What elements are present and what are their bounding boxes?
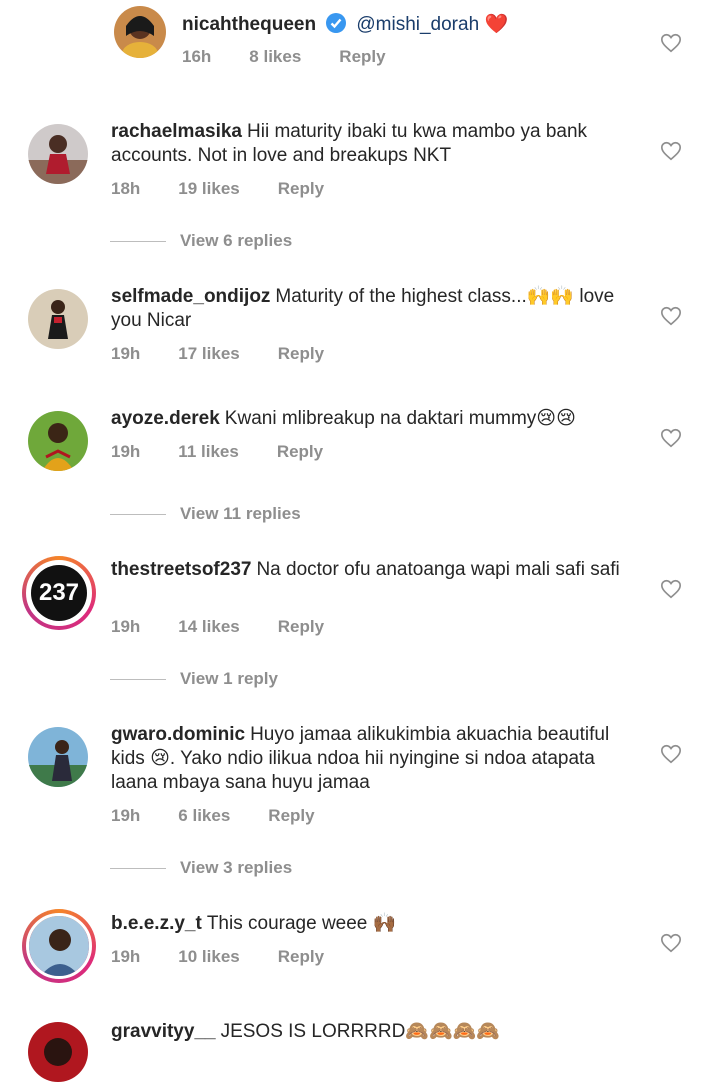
likes-count[interactable]: 10 likes bbox=[178, 947, 239, 966]
view-replies-link[interactable]: View 3 replies bbox=[110, 858, 292, 878]
view-replies-label[interactable]: View 11 replies bbox=[180, 504, 301, 523]
like-heart-icon[interactable] bbox=[660, 305, 682, 327]
avatar[interactable] bbox=[28, 289, 88, 349]
heart-emoji: ❤️ bbox=[484, 13, 509, 35]
view-replies-link[interactable]: View 11 replies bbox=[110, 504, 301, 524]
comment-meta: 19h 14 likes Reply bbox=[111, 617, 362, 637]
comment-text: gwaro.dominic Huyo jamaa alikukimbia akua… bbox=[111, 723, 641, 795]
like-heart-icon[interactable] bbox=[660, 578, 682, 600]
reply-button[interactable]: Reply bbox=[278, 617, 324, 636]
avatar[interactable] bbox=[28, 1022, 88, 1082]
divider bbox=[110, 868, 166, 870]
timestamp: 19h bbox=[111, 617, 141, 636]
comment-meta: 19h 10 likes Reply bbox=[111, 947, 362, 967]
comment-meta: 19h 6 likes Reply bbox=[111, 806, 353, 826]
like-heart-icon[interactable] bbox=[660, 743, 682, 765]
username[interactable]: thestreetsof237 bbox=[111, 559, 251, 580]
likes-count[interactable]: 19 likes bbox=[178, 179, 239, 198]
comment-body: JESOS IS LORRRRD🙈🙈🙈🙈 bbox=[220, 1021, 500, 1042]
avatar[interactable]: 237 bbox=[22, 556, 96, 630]
avatar[interactable] bbox=[28, 124, 88, 184]
timestamp: 19h bbox=[111, 344, 141, 363]
comment-text: ayoze.derek Kwani mlibreakup na daktari m… bbox=[111, 407, 641, 431]
divider bbox=[110, 514, 166, 516]
avatar-text: 237 bbox=[38, 579, 80, 606]
like-heart-icon[interactable] bbox=[660, 932, 682, 954]
username[interactable]: rachaelmasika bbox=[111, 121, 242, 142]
timestamp: 19h bbox=[111, 947, 141, 966]
comment-meta: 19h 17 likes Reply bbox=[111, 344, 362, 364]
comment-body: This courage weee 🙌🏾 bbox=[206, 913, 397, 934]
comment-body: Na doctor ofu anatoanga wapi mali safi s… bbox=[256, 559, 620, 580]
likes-count[interactable]: 6 likes bbox=[178, 806, 230, 825]
reply-button[interactable]: Reply bbox=[278, 179, 324, 198]
comment-text: gravvityy__ JESOS IS LORRRRD🙈🙈🙈🙈 bbox=[111, 1020, 641, 1044]
likes-count[interactable]: 11 likes bbox=[178, 442, 239, 461]
reply-button[interactable]: Reply bbox=[278, 344, 324, 363]
divider bbox=[110, 241, 166, 243]
reply-button[interactable]: Reply bbox=[268, 806, 314, 825]
avatar[interactable] bbox=[114, 6, 166, 58]
comment-text: b.e.e.z.y_t This courage weee 🙌🏾 bbox=[111, 912, 641, 936]
comment-text: nicahthequeen @mishi_dorah ❤️ bbox=[182, 12, 642, 37]
comment-text: selfmade_ondijoz Maturity of the highest … bbox=[111, 285, 641, 333]
avatar[interactable] bbox=[28, 727, 88, 787]
reply-button[interactable]: Reply bbox=[278, 947, 324, 966]
username[interactable]: gravvityy__ bbox=[111, 1021, 216, 1042]
like-heart-icon[interactable] bbox=[660, 427, 682, 449]
view-replies-link[interactable]: View 1 reply bbox=[110, 669, 278, 689]
reply-button[interactable]: Reply bbox=[277, 442, 323, 461]
view-replies-link[interactable]: View 6 replies bbox=[110, 231, 292, 251]
comment-meta: 16h 8 likes Reply bbox=[182, 47, 424, 67]
comment-meta: 18h 19 likes Reply bbox=[111, 179, 362, 199]
like-heart-icon[interactable] bbox=[660, 32, 682, 54]
avatar[interactable] bbox=[22, 909, 96, 983]
comment-body: Kwani mlibreakup na daktari mummy😢😢 bbox=[224, 408, 576, 429]
comment-text: thestreetsof237 Na doctor ofu anatoanga w… bbox=[111, 558, 641, 582]
mention-link[interactable]: @mishi_dorah bbox=[356, 14, 479, 35]
username[interactable]: nicahthequeen bbox=[182, 14, 316, 35]
likes-count[interactable]: 14 likes bbox=[178, 617, 239, 636]
divider bbox=[110, 679, 166, 681]
username[interactable]: ayoze.derek bbox=[111, 408, 220, 429]
view-replies-label[interactable]: View 6 replies bbox=[180, 231, 292, 250]
comment-text: rachaelmasika Hii maturity ibaki tu kwa m… bbox=[111, 120, 641, 168]
username[interactable]: selfmade_ondijoz bbox=[111, 286, 270, 307]
username[interactable]: gwaro.dominic bbox=[111, 724, 245, 745]
avatar[interactable] bbox=[28, 411, 88, 471]
username[interactable]: b.e.e.z.y_t bbox=[111, 913, 202, 934]
comment-meta: 19h 11 likes Reply bbox=[111, 442, 361, 462]
timestamp: 19h bbox=[111, 806, 141, 825]
likes-count[interactable]: 8 likes bbox=[249, 47, 301, 66]
like-heart-icon[interactable] bbox=[660, 140, 682, 162]
likes-count[interactable]: 17 likes bbox=[178, 344, 239, 363]
verified-icon bbox=[326, 13, 347, 33]
timestamp: 16h bbox=[182, 47, 212, 66]
view-replies-label[interactable]: View 1 reply bbox=[180, 669, 278, 688]
view-replies-label[interactable]: View 3 replies bbox=[180, 858, 292, 877]
reply-button[interactable]: Reply bbox=[339, 47, 385, 66]
timestamp: 19h bbox=[111, 442, 141, 461]
timestamp: 18h bbox=[111, 179, 141, 198]
